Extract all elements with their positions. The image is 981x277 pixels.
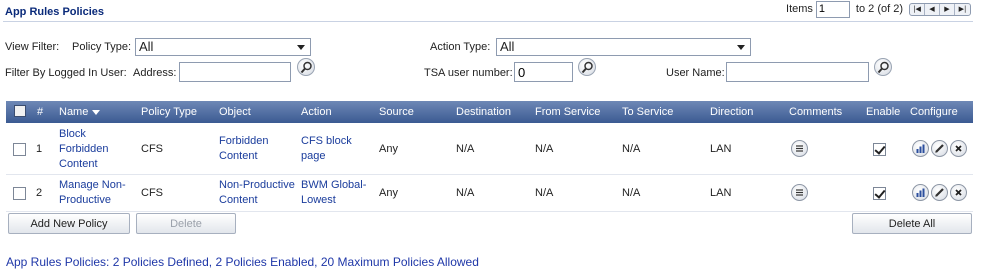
action-type-select[interactable]: All	[496, 38, 751, 56]
policy-name-link[interactable]: Manage Non-Productive	[59, 178, 139, 208]
object-link[interactable]: Forbidden Content	[219, 134, 289, 164]
col-name[interactable]: Name	[59, 106, 101, 118]
enable-checkbox[interactable]	[873, 143, 886, 156]
last-page-icon[interactable]: ▶|	[955, 4, 970, 15]
edit-icon[interactable]	[931, 140, 948, 157]
prev-page-icon[interactable]: ◀	[925, 3, 940, 15]
table-header: # Name Policy Type Object Action Source …	[6, 101, 973, 123]
destination-cell: N/A	[456, 143, 475, 155]
page-title: App Rules Policies	[5, 6, 105, 18]
col-direction: Direction	[710, 106, 754, 118]
policy-type-cell: CFS	[141, 143, 163, 155]
policy-name-link[interactable]: Block Forbidden Content	[59, 127, 119, 172]
policy-type-value: All	[139, 39, 154, 54]
col-policy-type: Policy Type	[141, 106, 198, 118]
to-service-cell: N/A	[622, 187, 641, 199]
select-all-checkbox[interactable]	[14, 105, 26, 117]
action-type-label: Action Type:	[430, 41, 491, 53]
table-row: 1 Block Forbidden Content CFS Forbidden …	[6, 123, 973, 175]
delete-button[interactable]: Delete	[136, 213, 236, 234]
chevron-down-icon	[737, 45, 745, 50]
source-cell: Any	[379, 143, 398, 155]
destination-cell: N/A	[456, 187, 475, 199]
items-input[interactable]	[815, 0, 850, 18]
enable-checkbox[interactable]	[873, 187, 886, 200]
comments-icon[interactable]	[791, 184, 808, 201]
action-link[interactable]: BWM Global-Lowest	[301, 178, 369, 208]
col-destination: Destination	[456, 106, 512, 118]
first-page-icon[interactable]: |◀	[910, 3, 925, 15]
pager-buttons: |◀ ◀ ▶ ▶|	[909, 2, 971, 16]
col-from-service: From Service	[535, 106, 601, 118]
pagination: Items to 2 (of 2) |◀ ◀ ▶ ▶|	[786, 0, 971, 18]
col-number: #	[37, 106, 44, 118]
action-link[interactable]: CFS block page	[301, 134, 361, 164]
from-service-cell: N/A	[535, 187, 554, 199]
col-name-label: Name	[59, 106, 89, 118]
col-to-service: To Service	[622, 106, 674, 118]
row-checkbox[interactable]	[13, 143, 26, 156]
summary-text: App Rules Policies: 2 Policies Defined, …	[6, 255, 479, 269]
delete-icon[interactable]	[950, 184, 967, 201]
policies-table: # Name Policy Type Object Action Source …	[6, 101, 973, 212]
table-row: 2 Manage Non-Productive CFS Non-Producti…	[6, 175, 973, 212]
next-page-icon[interactable]: ▶	[940, 3, 955, 15]
delete-all-button[interactable]: Delete All	[852, 213, 972, 234]
policy-type-cell: CFS	[141, 187, 163, 199]
sort-down-icon	[92, 109, 101, 115]
direction-cell: LAN	[710, 143, 732, 155]
col-object: Object	[219, 106, 251, 118]
user-name-input[interactable]	[726, 62, 869, 82]
stats-icon[interactable]	[912, 184, 929, 201]
col-comments: Comments	[789, 106, 843, 118]
col-source: Source	[379, 106, 414, 118]
col-enable: Enable	[866, 106, 901, 118]
to-service-cell: N/A	[622, 143, 641, 155]
user-name-search-icon[interactable]	[874, 58, 892, 76]
object-link[interactable]: Non-Productive Content	[219, 178, 299, 208]
address-search-icon[interactable]	[297, 58, 315, 76]
items-range: to 2 (of 2)	[855, 3, 903, 15]
policy-type-select[interactable]: All	[135, 38, 311, 56]
from-service-cell: N/A	[535, 143, 554, 155]
col-configure: Configure	[910, 106, 958, 118]
tsa-user-number-input[interactable]	[514, 62, 573, 82]
direction-cell: LAN	[710, 187, 732, 199]
address-label: Address:	[133, 67, 177, 79]
policy-type-label: Policy Type:	[72, 41, 132, 53]
row-number: 2	[36, 187, 43, 199]
items-label: Items	[786, 3, 813, 15]
edit-icon[interactable]	[931, 184, 948, 201]
col-action: Action	[301, 106, 332, 118]
logged-in-user-label: Filter By Logged In User:	[5, 67, 127, 79]
delete-icon[interactable]	[950, 140, 967, 157]
user-name-label: User Name:	[666, 67, 725, 79]
row-number: 1	[36, 143, 43, 155]
source-cell: Any	[379, 187, 398, 199]
address-input[interactable]	[179, 62, 291, 82]
title-divider	[3, 21, 973, 22]
comments-icon[interactable]	[791, 140, 808, 157]
add-new-policy-button[interactable]: Add New Policy	[8, 213, 130, 234]
tsa-user-number-label: TSA user number:	[424, 67, 513, 79]
action-type-value: All	[500, 39, 515, 54]
row-checkbox[interactable]	[13, 187, 26, 200]
chevron-down-icon	[297, 45, 305, 50]
view-filter-label: View Filter:	[5, 41, 60, 53]
tsa-search-icon[interactable]	[578, 58, 596, 76]
stats-icon[interactable]	[912, 140, 929, 157]
